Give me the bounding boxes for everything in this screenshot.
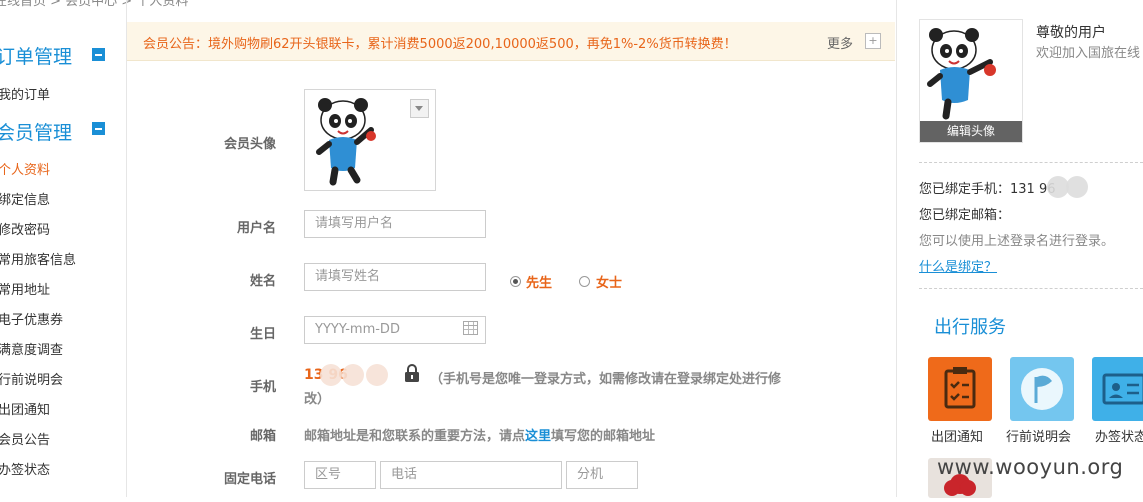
divider <box>919 288 1143 289</box>
bound-phone: 您已绑定手机：131 96 <box>919 182 1056 197</box>
redaction-mark <box>1066 176 1088 198</box>
plus-icon[interactable]: + <box>865 33 881 49</box>
departure-notice-tile[interactable] <box>928 357 992 421</box>
visa-status-tile[interactable] <box>1092 357 1143 421</box>
username-input[interactable]: 请填写用户名 <box>304 210 486 238</box>
user-greeting: 尊敬的用户 <box>1036 25 1106 41</box>
email-instructions: 邮箱地址是和您联系的重要方法，请点这里填写您的邮箱地址 <box>304 425 655 444</box>
panda-mascot-icon <box>927 28 996 120</box>
gender-female-radio[interactable] <box>579 276 590 287</box>
what-is-binding-link[interactable]: 什么是绑定？ <box>919 256 997 275</box>
sidebar-item-password[interactable]: 修改密码 <box>0 219 50 238</box>
chevron-down-icon[interactable] <box>410 99 429 118</box>
name-input[interactable]: 请填写姓名 <box>304 263 486 291</box>
divider <box>919 162 1143 163</box>
collapse-icon[interactable] <box>92 122 105 135</box>
redaction-mark <box>342 364 364 386</box>
username-label: 用户名 <box>236 221 276 236</box>
redaction-mark <box>320 364 342 386</box>
tel-area-input[interactable]: 区号 <box>304 461 376 489</box>
welcome-text: 欢迎加入国旅在线 <box>1036 46 1141 61</box>
bound-email: 您已绑定邮箱： <box>919 208 1011 223</box>
phone-note-cont: 改） <box>304 392 331 407</box>
watermark: www.wooyun.org <box>937 455 1124 479</box>
gender-male-label[interactable]: 先生 <box>526 272 552 291</box>
announcement-text[interactable]: 会员公告：境外购物刷62开头银联卡，累计消费5000返200,10000返500… <box>143 33 737 52</box>
tel-number-input[interactable]: 电话 <box>380 461 562 489</box>
sidebar-item-coupons[interactable]: 电子优惠券 <box>0 309 63 328</box>
sidebar-item-departure-notice[interactable]: 出团通知 <box>0 399 50 418</box>
name-label: 姓名 <box>249 274 276 289</box>
phone-note: （手机号是您唯一登录方式，如需修改请在登录绑定处进行修 <box>430 372 782 387</box>
avatar-label: 会员头像 <box>223 137 276 152</box>
calendar-icon[interactable] <box>463 321 478 335</box>
birthday-label: 生日 <box>249 327 276 342</box>
service-label-visa[interactable]: 办签状态 <box>1095 426 1143 445</box>
email-text-after: 填写您的邮箱地址 <box>551 429 656 444</box>
sidebar-item-visa-status[interactable]: 办签状态 <box>0 459 50 478</box>
email-here-link[interactable]: 这里 <box>525 429 551 444</box>
service-label-departure[interactable]: 出团通知 <box>931 426 983 445</box>
email-text-before: 邮箱地址是和您联系的重要方法，请点 <box>304 429 526 444</box>
flag-icon <box>1021 368 1063 410</box>
collapse-icon[interactable] <box>92 48 105 61</box>
sidebar-section-orders[interactable]: 订单管理 <box>0 42 72 69</box>
phone-label: 手机 <box>249 380 276 395</box>
lock-icon <box>405 364 419 382</box>
birthday-input[interactable]: YYYY-mm-DD <box>304 316 486 344</box>
sidebar: 订单管理 我的订单 会员管理 个人资料 绑定信息 修改密码 常用旅客信息 常用地… <box>0 0 127 497</box>
email-label: 邮箱 <box>249 429 276 444</box>
gender-male-radio[interactable] <box>510 276 521 287</box>
redaction-mark <box>366 364 388 386</box>
briefing-tile[interactable] <box>1010 357 1074 421</box>
sidebar-item-binding[interactable]: 绑定信息 <box>0 189 50 208</box>
sidebar-item-addresses[interactable]: 常用地址 <box>0 279 50 298</box>
tel-label: 固定电话 <box>223 472 276 487</box>
sidebar-item-announcements[interactable]: 会员公告 <box>0 429 50 448</box>
sidebar-item-my-orders[interactable]: 我的订单 <box>0 84 50 103</box>
id-card-icon <box>1102 373 1143 405</box>
sidebar-section-member[interactable]: 会员管理 <box>0 118 72 145</box>
sidebar-item-travelers[interactable]: 常用旅客信息 <box>0 249 76 268</box>
sidebar-item-briefing[interactable]: 行前说明会 <box>0 369 63 388</box>
tel-ext-input[interactable]: 分机 <box>566 461 638 489</box>
services-title: 出行服务 <box>934 317 1006 338</box>
announcement-bar: 会员公告：境外购物刷62开头银联卡，累计消费5000返200,10000返500… <box>127 22 895 61</box>
more-link[interactable]: 更多 <box>827 33 853 52</box>
user-avatar[interactable]: 编辑头像 <box>919 19 1023 143</box>
gender-female-label[interactable]: 女士 <box>596 272 622 291</box>
edit-avatar-button[interactable]: 编辑头像 <box>920 121 1022 142</box>
login-hint: 您可以使用上述登录名进行登录。 <box>919 234 1115 249</box>
service-label-briefing[interactable]: 行前说明会 <box>1006 426 1071 445</box>
sidebar-item-survey[interactable]: 满意度调查 <box>0 339 63 358</box>
clipboard-check-icon <box>944 367 976 409</box>
sidebar-item-profile[interactable]: 个人资料 <box>0 159 50 178</box>
